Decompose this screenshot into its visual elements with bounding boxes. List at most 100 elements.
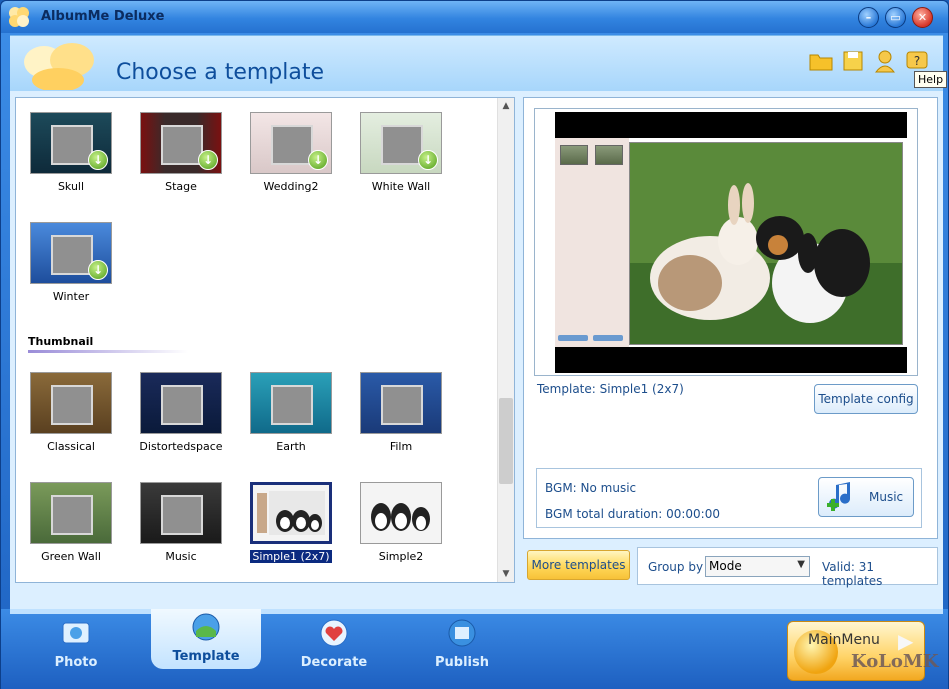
template-thumbnail bbox=[250, 372, 332, 434]
tab-template[interactable]: Template bbox=[151, 609, 261, 669]
minimize-button[interactable]: – bbox=[858, 7, 879, 28]
app-window: AlbumMe Deluxe – ▭ ✕ Choose a template ?… bbox=[0, 0, 949, 689]
bgm-duration: BGM total duration: 00:00:00 bbox=[545, 507, 720, 521]
download-icon[interactable]: ↓ bbox=[88, 150, 108, 170]
tab-photo[interactable]: Photo bbox=[21, 615, 131, 687]
help-tooltip: Help bbox=[914, 71, 948, 88]
music-button[interactable]: Music bbox=[818, 477, 914, 517]
download-icon[interactable]: ↓ bbox=[88, 260, 108, 280]
more-templates-button[interactable]: More templates bbox=[527, 550, 630, 580]
section-divider bbox=[28, 350, 188, 353]
folder-icon[interactable] bbox=[808, 48, 834, 74]
template-label: Simple1 (2x7) bbox=[250, 550, 332, 563]
template-label: Music bbox=[165, 550, 197, 563]
template-item-wedding2[interactable]: ↓ Wedding2 bbox=[241, 112, 341, 193]
template-item-film[interactable]: Film bbox=[351, 372, 451, 453]
preview-nav-bar bbox=[593, 335, 623, 341]
scroll-down-icon[interactable]: ▼ bbox=[498, 566, 514, 582]
arrow-right-icon: ▶ bbox=[898, 629, 914, 653]
page-title: Choose a template bbox=[116, 60, 325, 85]
template-item-distortedspace[interactable]: Distortedspace bbox=[131, 372, 231, 453]
tab-label: Decorate bbox=[300, 655, 368, 670]
template-label: Skull bbox=[57, 180, 85, 193]
group-by-select[interactable]: Mode ▼ bbox=[705, 556, 810, 577]
download-icon[interactable]: ↓ bbox=[418, 150, 438, 170]
template-item-skull[interactable]: ↓ Skull bbox=[21, 112, 121, 193]
save-icon[interactable] bbox=[840, 48, 866, 74]
template-list-scrollbar[interactable]: ▲ ▼ bbox=[497, 98, 514, 582]
template-label: Earth bbox=[276, 440, 306, 453]
template-config-button[interactable]: Template config bbox=[814, 384, 918, 414]
preview-letterbox-bottom bbox=[555, 347, 907, 373]
page-header: Choose a template ? bbox=[10, 35, 943, 91]
template-item-stage[interactable]: ↓ Stage bbox=[131, 112, 231, 193]
publish-icon bbox=[448, 619, 476, 647]
download-icon[interactable]: ↓ bbox=[308, 150, 328, 170]
maximize-icon: ▭ bbox=[890, 11, 901, 24]
title-bar[interactable]: AlbumMe Deluxe – ▭ ✕ bbox=[1, 1, 948, 33]
template-label: Stage bbox=[165, 180, 197, 193]
template-caption: Template: Simple1 (2x7) bbox=[537, 382, 684, 396]
template-label: Winter bbox=[52, 290, 90, 303]
template-thumbnail bbox=[360, 372, 442, 434]
preview-panel: Template: Simple1 (2x7) Template config … bbox=[523, 97, 938, 539]
tab-bar-strip bbox=[10, 609, 943, 614]
heart-icon bbox=[320, 619, 348, 647]
scrollbar-thumb[interactable] bbox=[499, 398, 513, 484]
app-logo-icon bbox=[9, 7, 29, 27]
preview-mini-thumb bbox=[560, 145, 588, 165]
template-item-white-wall[interactable]: ↓ White Wall bbox=[351, 112, 451, 193]
template-label: Green Wall bbox=[41, 550, 101, 563]
download-icon[interactable]: ↓ bbox=[198, 150, 218, 170]
template-label: Simple2 bbox=[378, 550, 424, 563]
chevron-down-icon: ▼ bbox=[797, 559, 805, 570]
template-thumbnail: ↓ bbox=[250, 112, 332, 174]
maximize-button[interactable]: ▭ bbox=[885, 7, 906, 28]
close-icon: ✕ bbox=[917, 11, 928, 24]
preview-mini-thumb bbox=[595, 145, 623, 165]
tab-publish[interactable]: Publish bbox=[407, 615, 517, 687]
template-item-simple1[interactable]: Simple1 (2x7) bbox=[241, 481, 341, 563]
puppies-thumbnail-image bbox=[257, 491, 325, 535]
tab-label: Template bbox=[172, 649, 240, 664]
scroll-up-icon[interactable]: ▲ bbox=[498, 98, 514, 114]
template-item-classical[interactable]: Classical bbox=[21, 372, 121, 453]
template-thumbnail: ↓ bbox=[30, 112, 112, 174]
template-thumbnail bbox=[30, 482, 112, 544]
template-thumbnail: ↓ bbox=[30, 222, 112, 284]
template-list[interactable]: ↓ Skull ↓ Stage ↓ Wedding2 ↓ White Wall … bbox=[15, 97, 515, 583]
template-thumbnail: ↓ bbox=[360, 112, 442, 174]
template-item-winter[interactable]: ↓ Winter bbox=[21, 222, 121, 303]
template-item-green-wall[interactable]: Green Wall bbox=[21, 482, 121, 563]
template-thumbnail bbox=[140, 482, 222, 544]
svg-text:?: ? bbox=[914, 54, 920, 68]
puppies-thumbnail-image bbox=[371, 503, 430, 531]
watermark: KoLoMK bbox=[851, 651, 939, 672]
preview-sidebar bbox=[555, 138, 629, 347]
tab-decorate[interactable]: Decorate bbox=[279, 615, 389, 687]
template-item-simple2[interactable]: Simple2 bbox=[351, 482, 451, 563]
template-item-music[interactable]: Music bbox=[131, 482, 231, 563]
template-thumbnail: ↓ bbox=[140, 112, 222, 174]
template-thumbnail bbox=[30, 372, 112, 434]
template-thumbnail bbox=[249, 481, 333, 545]
bgm-status: BGM: No music bbox=[545, 481, 637, 495]
template-item-earth[interactable]: Earth bbox=[241, 372, 341, 453]
group-by-label: Group by bbox=[648, 560, 704, 574]
template-thumbnail bbox=[140, 372, 222, 434]
tab-label: Publish bbox=[435, 655, 489, 670]
template-thumbnail bbox=[360, 482, 442, 544]
template-label: Wedding2 bbox=[263, 180, 319, 193]
tab-label: Photo bbox=[54, 655, 98, 670]
preview-nav-bar bbox=[558, 335, 588, 341]
group-by-value: Mode bbox=[709, 559, 742, 573]
close-button[interactable]: ✕ bbox=[912, 7, 933, 28]
template-label: Film bbox=[389, 440, 413, 453]
window-title: AlbumMe Deluxe bbox=[41, 9, 165, 24]
section-title: Thumbnail bbox=[28, 335, 94, 348]
rabbit-puppy-photo bbox=[630, 143, 902, 344]
preview-letterbox-top bbox=[555, 112, 907, 138]
user-icon[interactable] bbox=[872, 48, 898, 74]
minimize-icon: – bbox=[865, 11, 872, 24]
main-menu-label: MainMenu bbox=[808, 632, 880, 648]
